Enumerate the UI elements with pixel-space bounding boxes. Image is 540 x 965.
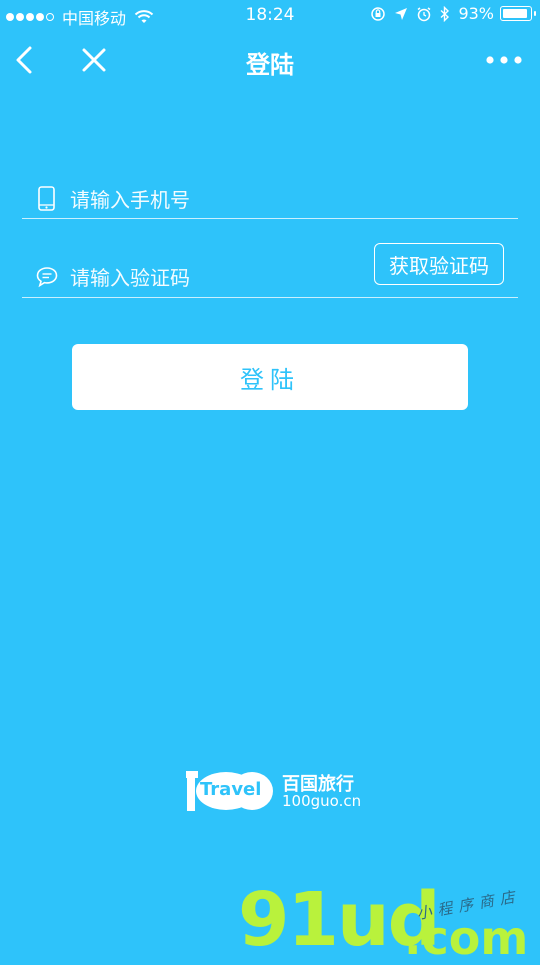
- phone-icon: [38, 186, 55, 211]
- watermark-suffix: .com: [404, 911, 529, 965]
- phone-field: [22, 178, 518, 219]
- logo-domain: 100guo.cn: [282, 792, 362, 810]
- logo-travel-text: Travel: [200, 779, 262, 800]
- battery-level: [503, 9, 528, 18]
- verification-code-input[interactable]: [70, 262, 370, 294]
- watermark: 91ud 小程序商店 .com: [238, 880, 540, 965]
- chat-bubble-icon: [36, 267, 58, 288]
- nav-bar: 登陆: [0, 30, 540, 90]
- status-bar: 中国移动 18:24 93%: [0, 0, 540, 30]
- brand-logo: Travel 百国旅行 100guo.cn: [186, 768, 366, 814]
- alarm-icon: [416, 6, 432, 22]
- rotation-lock-icon: [370, 6, 386, 22]
- battery-icon: [500, 6, 536, 21]
- get-code-button[interactable]: 获取验证码: [374, 243, 504, 285]
- battery-percent: 93%: [458, 4, 494, 23]
- login-button[interactable]: 登陆: [72, 344, 468, 410]
- phone-input[interactable]: [70, 184, 370, 216]
- more-dots-icon: [486, 56, 522, 64]
- bluetooth-icon: [440, 5, 450, 22]
- more-button[interactable]: [484, 44, 524, 76]
- location-icon: [394, 7, 408, 21]
- status-right: 93%: [362, 4, 536, 23]
- page-title: 登陆: [246, 51, 294, 79]
